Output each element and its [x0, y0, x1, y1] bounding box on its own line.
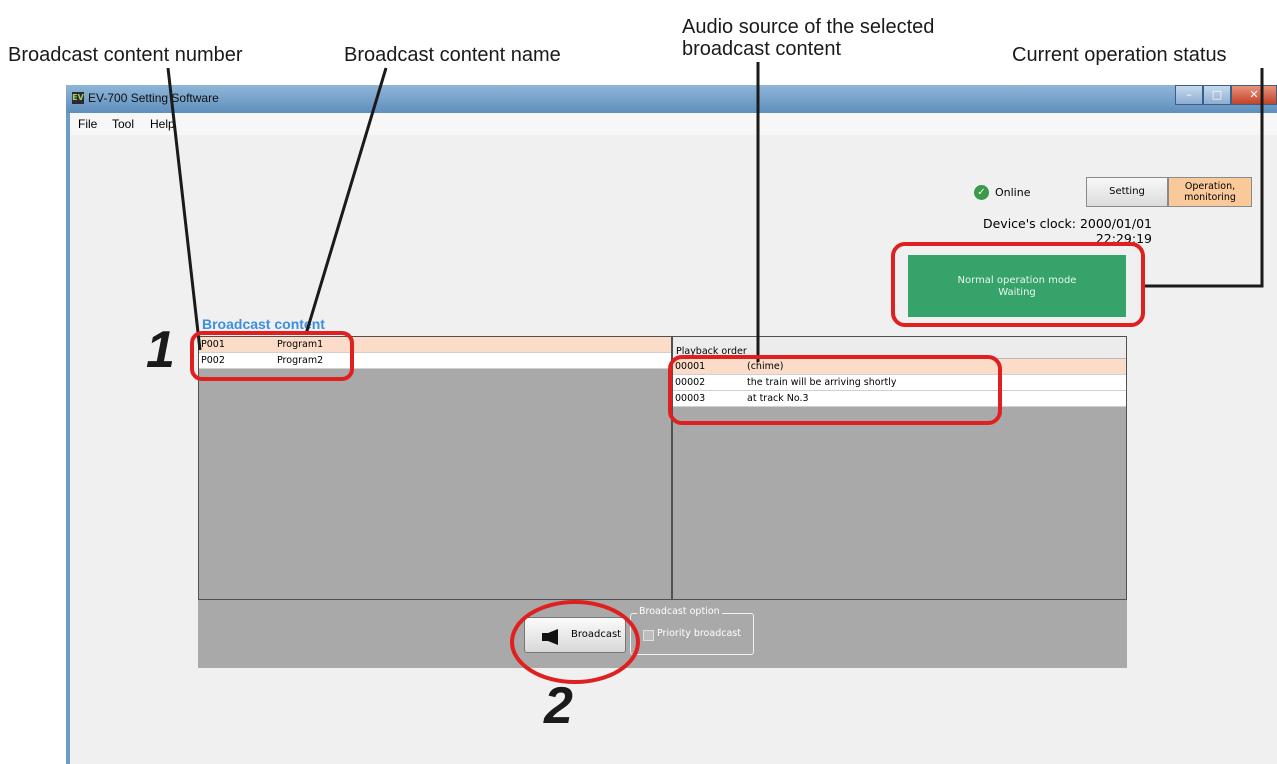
callout-operation-status: Current operation status	[1012, 44, 1227, 66]
menu-help[interactable]: Help	[150, 117, 175, 131]
app-logo-icon: EV	[72, 92, 84, 104]
maximize-icon[interactable]: □	[1203, 85, 1231, 105]
device-clock-time: 22:29:19	[1095, 231, 1152, 246]
audio-name: the train will be arriving shortly	[747, 377, 897, 388]
broadcast-option-legend: Broadcast option	[637, 606, 722, 617]
audio-number: 00002	[675, 377, 706, 388]
callout-audio-source-line1: Audio source of the selected	[682, 16, 935, 38]
client-area: File Tool Help ✓ Online Setting Operatio…	[70, 113, 1277, 764]
step-2-label: 2	[544, 677, 573, 735]
audio-name: (chime)	[747, 361, 784, 372]
list-item[interactable]: 00001 (chime)	[673, 359, 1126, 375]
status-state: Waiting	[998, 287, 1036, 298]
playback-order-header: Playback order	[673, 337, 1126, 359]
broadcast-option-group: Broadcast option Priority broadcast	[630, 606, 754, 655]
window-controls: – □ ✕	[1175, 85, 1277, 105]
menu-tool[interactable]: Tool	[112, 117, 134, 131]
list-item[interactable]: P001 Program1	[199, 337, 671, 353]
broadcast-content-list: P001 Program1 P002 Program2	[198, 336, 672, 600]
minimize-icon[interactable]: –	[1175, 85, 1203, 105]
list-item[interactable]: 00002 the train will be arriving shortly	[673, 375, 1126, 391]
status-mode: Normal operation mode	[957, 275, 1077, 286]
menu-file[interactable]: File	[78, 117, 97, 131]
list-item[interactable]: P002 Program2	[199, 353, 671, 369]
callout-content-number: Broadcast content number	[8, 44, 243, 66]
operation-button-line2: monitoring	[1184, 192, 1236, 203]
speaker-icon	[542, 629, 558, 645]
app-window: EV EV-700 Setting Software – □ ✕ File To…	[66, 85, 1277, 764]
callout-content-name: Broadcast content name	[344, 44, 561, 66]
operation-status-box: Normal operation mode Waiting	[908, 255, 1126, 317]
list-item[interactable]: 00003 at track No.3	[673, 391, 1126, 407]
window-title: EV-700 Setting Software	[88, 91, 219, 105]
callout-audio-source-line2: broadcast content	[682, 38, 841, 60]
action-bar: Broadcast Broadcast option Priority broa…	[198, 600, 1127, 668]
setting-button[interactable]: Setting	[1086, 177, 1168, 207]
content-number: P001	[201, 339, 225, 350]
playback-order-list: Playback order 00001 (chime) 00002 the t…	[672, 336, 1127, 600]
title-bar: EV EV-700 Setting Software – □ ✕	[66, 85, 1277, 113]
audio-name: at track No.3	[747, 393, 809, 404]
online-check-icon: ✓	[974, 185, 989, 200]
audio-number: 00001	[675, 361, 706, 372]
operation-button-line1: Operation,	[1184, 181, 1236, 192]
audio-number: 00003	[675, 393, 706, 404]
broadcast-button-label: Broadcast	[571, 629, 622, 640]
close-icon[interactable]: ✕	[1231, 85, 1277, 105]
operation-monitoring-button[interactable]: Operation, monitoring	[1168, 177, 1252, 207]
broadcast-content-title: Broadcast content	[202, 316, 325, 332]
priority-broadcast-checkbox[interactable]	[643, 630, 654, 641]
content-name: Program2	[277, 355, 324, 366]
priority-broadcast-label: Priority broadcast	[657, 628, 741, 639]
menu-bar: File Tool Help	[70, 113, 1277, 135]
device-clock-date: Device's clock: 2000/01/01	[982, 216, 1152, 231]
content-number: P002	[201, 355, 225, 366]
broadcast-button[interactable]: Broadcast	[524, 617, 626, 653]
online-status: Online	[995, 186, 1031, 199]
content-name: Program1	[277, 339, 324, 350]
step-1-label: 1	[146, 321, 175, 379]
